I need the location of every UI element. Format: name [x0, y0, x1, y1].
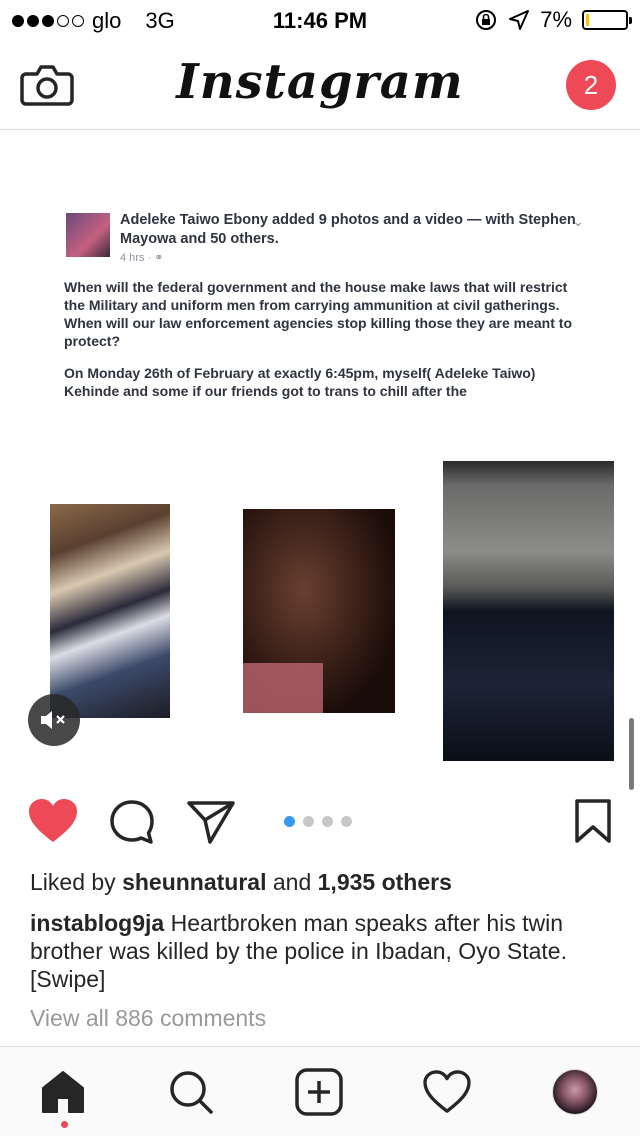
- photo-man-selfie: [50, 504, 170, 718]
- comment-icon: [110, 800, 154, 844]
- post-action-row: [0, 796, 640, 852]
- save-button[interactable]: [574, 798, 612, 849]
- post-caption: instablog9ja Heartbroken man speaks afte…: [30, 909, 615, 993]
- battery-percent: 7%: [540, 7, 572, 32]
- speaker-muted-icon: [41, 711, 65, 729]
- like-button[interactable]: [28, 798, 78, 849]
- tab-profile[interactable]: [550, 1067, 600, 1117]
- add-icon: [295, 1068, 343, 1116]
- heart-outline-icon: [423, 1070, 471, 1113]
- tab-home[interactable]: [38, 1067, 88, 1117]
- notification-badge[interactable]: 2: [566, 60, 616, 110]
- carousel-dot: [341, 816, 352, 827]
- bookmark-icon: [575, 799, 611, 843]
- carousel-indicator: [284, 816, 352, 827]
- scrollbar[interactable]: [629, 718, 634, 790]
- mute-button[interactable]: [28, 694, 80, 746]
- caption-username[interactable]: instablog9ja: [30, 910, 164, 936]
- search-icon: [170, 1071, 213, 1114]
- tab-activity[interactable]: [422, 1067, 472, 1117]
- likes-summary: Liked by sheunnatural and 1,935 others: [30, 869, 452, 896]
- bottom-tab-bar: [0, 1046, 640, 1136]
- likes-prefix: Liked by: [30, 869, 123, 895]
- facebook-timestamp-text: 4 hrs ·: [120, 252, 155, 264]
- photo-car-parking: [443, 461, 614, 761]
- orientation-lock-icon: [476, 10, 497, 30]
- likes-middle: and: [266, 869, 318, 895]
- facebook-paragraph: On Monday 26th of February at exactly 6:…: [64, 365, 536, 399]
- comment-button[interactable]: [108, 798, 156, 851]
- carousel-dot: [284, 816, 295, 827]
- battery-level: [586, 14, 589, 26]
- embedded-facebook-post: ⌄ Adeleke Taiwo Ebony added 9 photos and…: [64, 211, 584, 414]
- home-activity-dot: [61, 1121, 68, 1128]
- likes-others[interactable]: 1,935 others: [318, 869, 452, 895]
- share-button[interactable]: [186, 798, 236, 851]
- carousel-dot: [303, 816, 314, 827]
- battery-icon: [582, 10, 632, 30]
- facebook-author-line: Adeleke Taiwo Ebony added 9 photos and a…: [120, 212, 576, 247]
- status-bar: glo 3G 11:46 PM 7%: [0, 0, 640, 40]
- profile-avatar: [552, 1069, 598, 1115]
- carousel-dot: [322, 816, 333, 827]
- share-icon: [187, 801, 235, 844]
- home-icon: [42, 1071, 84, 1113]
- liked-by-user[interactable]: sheunnatural: [122, 869, 266, 895]
- app-header: Instagram 2: [0, 40, 640, 130]
- facebook-timestamp: 4 hrs · ⚭: [120, 251, 584, 264]
- heart-filled-icon: [29, 799, 77, 842]
- chevron-down-icon: ⌄: [572, 213, 584, 229]
- view-comments-link[interactable]: View all 886 comments: [30, 1005, 266, 1032]
- photo-injured-closeup: [243, 509, 395, 713]
- location-arrow-icon: [509, 10, 530, 30]
- facebook-paragraph: When will the federal government and the…: [64, 279, 572, 349]
- facebook-avatar: [66, 213, 110, 257]
- status-right: 7%: [474, 7, 632, 33]
- tab-search[interactable]: [166, 1067, 216, 1117]
- post-media[interactable]: ⌄ Adeleke Taiwo Ebony added 9 photos and…: [0, 131, 640, 781]
- instagram-logo: Instagram: [176, 54, 464, 110]
- tab-add-post[interactable]: [294, 1067, 344, 1117]
- facebook-body: When will the federal government and the…: [64, 278, 584, 400]
- globe-icon: ⚭: [154, 252, 164, 264]
